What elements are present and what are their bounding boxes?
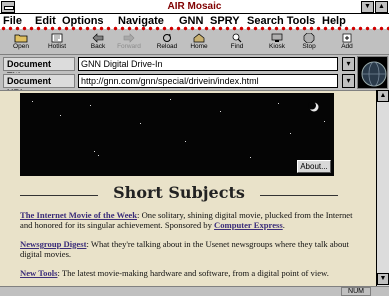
num-lock-indicator: NUM	[341, 287, 371, 296]
crescent-moon-icon	[308, 101, 319, 112]
list-item: The Internet Movie of the Week: One soli…	[20, 210, 353, 230]
document-title-dropdown-button[interactable]: ▾	[342, 57, 355, 71]
reload-button[interactable]: Reload	[152, 32, 182, 53]
new-tools-link[interactable]: New Tools	[20, 268, 58, 278]
kiosk-button[interactable]: Kiosk	[262, 32, 292, 53]
back-button[interactable]: Back	[83, 32, 113, 53]
list-item: New Tools: The latest movie-making hardw…	[20, 268, 329, 278]
toolbar: Open Hotlist Back Forward Reload Home Fi…	[0, 31, 389, 55]
add-button[interactable]: Add	[332, 32, 362, 53]
back-arrow-icon	[92, 33, 104, 43]
title-bar: AIR Mosaic ▼ ▲	[0, 0, 389, 14]
document-title-label: Document Title:	[3, 57, 75, 81]
computer-express-link[interactable]: Computer Express	[214, 220, 283, 230]
document-url-label: Document URL:	[3, 74, 75, 98]
internet-movie-link[interactable]: The Internet Movie of the Week	[20, 210, 137, 220]
newsgroup-digest-link[interactable]: Newsgroup Digest	[20, 239, 86, 249]
about-button[interactable]: About...	[297, 160, 331, 173]
document-url-dropdown-button[interactable]: ▾	[342, 74, 355, 88]
maximize-button[interactable]: ▲	[375, 1, 388, 13]
find-button[interactable]: Find	[222, 32, 252, 53]
window-title: AIR Mosaic	[167, 1, 222, 12]
add-icon	[342, 33, 352, 43]
status-bar: NUM	[0, 286, 389, 296]
list-item: Newsgroup Digest: What they're talking a…	[20, 239, 349, 259]
scroll-up-arrow-icon[interactable]: ▲	[377, 90, 389, 102]
forward-button[interactable]: Forward	[114, 32, 144, 53]
forward-arrow-icon	[123, 33, 135, 43]
document-title-field[interactable]: GNN Digital Drive-In	[78, 57, 338, 71]
find-icon	[232, 33, 242, 43]
home-button[interactable]: Home	[184, 32, 214, 53]
document-url-row: Document URL: http://gnn.com/gnn/special…	[0, 73, 389, 98]
globe-logo-icon	[357, 56, 388, 89]
stop-icon	[303, 33, 315, 43]
document-url-field[interactable]: http://gnn.com/gnn/special/drivein/index…	[78, 74, 338, 88]
stop-button[interactable]: Stop	[294, 32, 324, 53]
reload-icon	[163, 34, 171, 42]
home-icon	[193, 33, 205, 43]
page-content[interactable]: About... Short Subjects The Internet Mov…	[0, 90, 376, 286]
minimize-button[interactable]: ▼	[361, 1, 374, 13]
hotlist-icon	[51, 33, 63, 43]
folder-icon	[14, 34, 28, 43]
vertical-scrollbar[interactable]: ▲ ▼	[376, 90, 389, 286]
hotlist-button[interactable]: Hotlist	[42, 32, 72, 53]
scroll-down-arrow-icon[interactable]: ▼	[377, 273, 389, 285]
document-title-row: Document Title: GNN Digital Drive-In ▾	[0, 56, 389, 81]
drive-in-banner-image: About...	[20, 93, 334, 176]
kiosk-icon	[271, 33, 283, 42]
open-button[interactable]: Open	[6, 32, 36, 53]
section-heading: Short Subjects	[20, 183, 338, 205]
